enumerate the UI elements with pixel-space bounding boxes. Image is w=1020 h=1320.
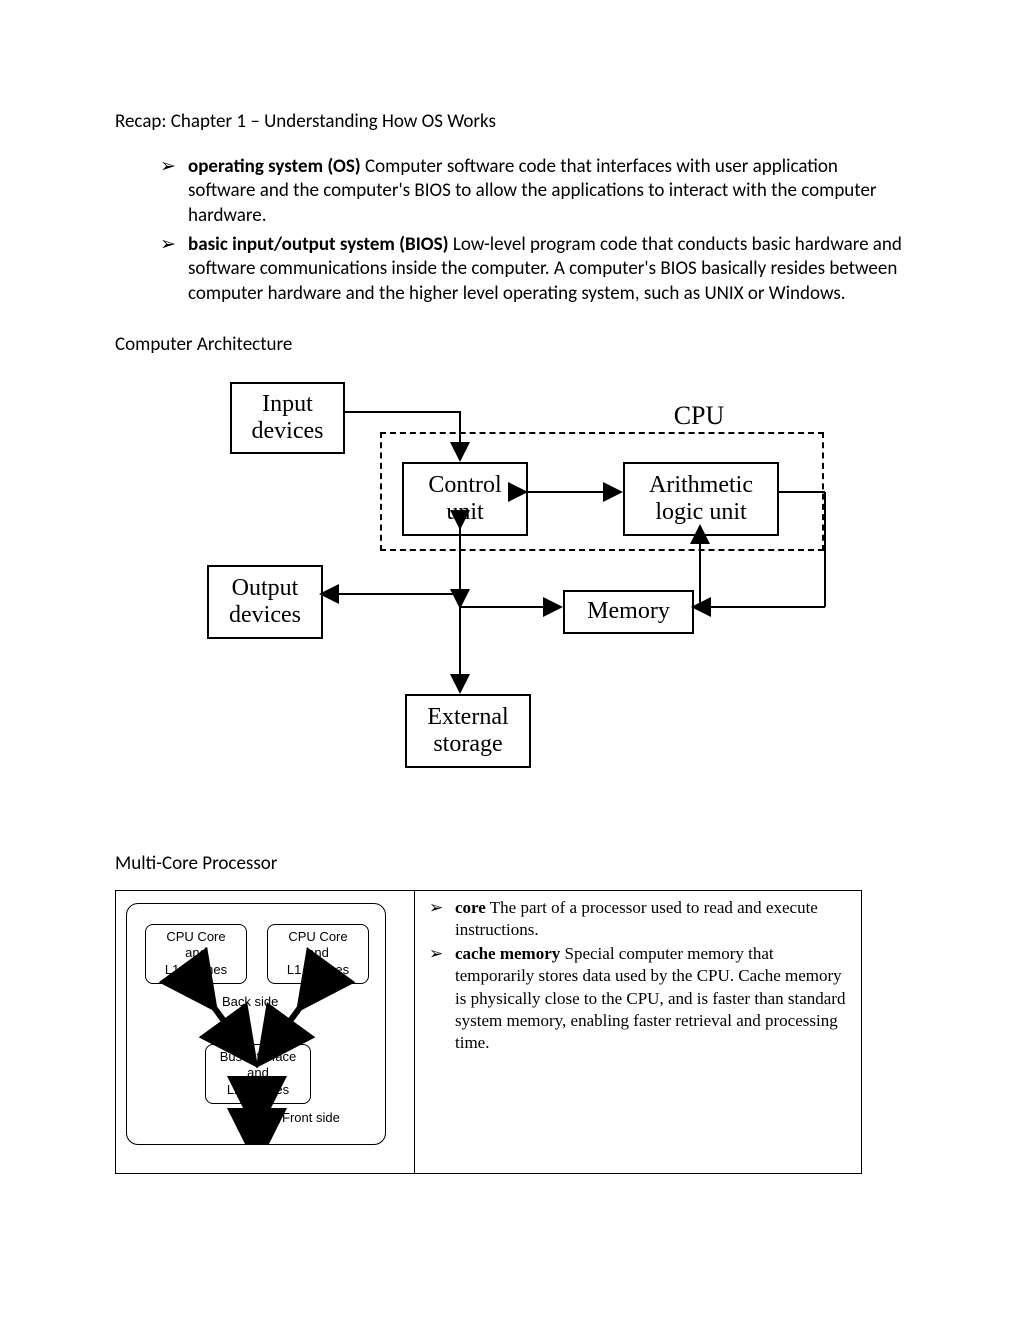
definition-text: core The part of a processor used to rea… [455, 897, 849, 941]
multicore-diagram-cell: CPU Core and L1 Caches CPU Core and L1 C… [116, 891, 415, 1173]
definition-item: ➢ core The part of a processor used to r… [429, 897, 849, 941]
multicore-arrows [127, 904, 385, 1144]
bullet-icon: ➢ [429, 943, 455, 1053]
definition-item: ➢ operating system (OS) Computer softwar… [160, 155, 905, 229]
definition-list: ➢ operating system (OS) Computer softwar… [115, 155, 905, 307]
bullet-icon: ➢ [160, 233, 188, 307]
definition-text: basic input/output system (BIOS) Low-lev… [188, 233, 905, 307]
section-heading-architecture: Computer Architecture [115, 333, 905, 358]
definition-item: ➢ cache memory Special computer memory t… [429, 943, 849, 1053]
multicore-diagram: CPU Core and L1 Caches CPU Core and L1 C… [126, 903, 386, 1145]
multicore-table: CPU Core and L1 Caches CPU Core and L1 C… [115, 890, 862, 1174]
bullet-icon: ➢ [429, 897, 455, 941]
bullet-icon: ➢ [160, 155, 188, 229]
arch-arrows [125, 372, 915, 792]
definition-item: ➢ basic input/output system (BIOS) Low-l… [160, 233, 905, 307]
multicore-definitions: ➢ core The part of a processor used to r… [415, 891, 861, 1173]
definition-text: operating system (OS) Computer software … [188, 155, 905, 229]
page-title: Recap: Chapter 1 – Understanding How OS … [115, 110, 905, 135]
definition-text: cache memory Special computer memory tha… [455, 943, 849, 1053]
section-heading-multicore: Multi-Core Processor [115, 852, 905, 877]
architecture-diagram: Input devices CPU Control unit Arithmeti… [125, 372, 915, 792]
